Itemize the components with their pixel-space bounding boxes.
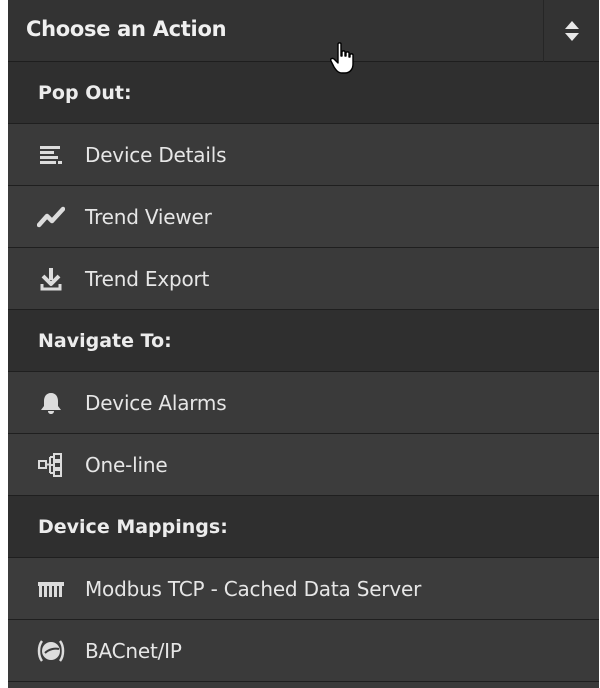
one-line-diagram-icon <box>36 450 66 480</box>
menu-item-device-alarms[interactable]: Device Alarms <box>8 372 599 434</box>
menu-item-label: Trend Viewer <box>85 205 212 229</box>
section-header-label: Pop Out: <box>38 82 132 104</box>
section-header-label: Navigate To: <box>38 330 172 352</box>
menu-item-label: Modbus TCP - Cached Data Server <box>85 577 422 601</box>
menu-item-modbus-tcp[interactable]: Modbus TCP - Cached Data Server <box>8 558 599 620</box>
bacnet-icon <box>36 636 66 666</box>
menu-item-trend-export[interactable]: Trend Export <box>8 248 599 310</box>
sort-arrows-icon[interactable] <box>543 0 599 62</box>
menu-item-bacnet-ip[interactable]: BACnet/IP <box>8 620 599 682</box>
hand-cursor-icon <box>330 42 358 80</box>
section-header-device-mappings: Device Mappings: <box>8 496 599 558</box>
bell-icon <box>36 388 66 418</box>
menu-item-one-line[interactable]: One-line <box>8 434 599 496</box>
section-header-navigate-to: Navigate To: <box>8 310 599 372</box>
trend-line-icon <box>36 202 66 232</box>
section-header-pop-out: Pop Out: <box>8 62 599 124</box>
menu-item-device-details[interactable]: Device Details <box>8 124 599 186</box>
menu-item-label: Trend Export <box>85 267 210 291</box>
download-arrow-icon <box>36 264 66 294</box>
details-list-icon <box>36 140 66 170</box>
menu-item-label: Device Alarms <box>85 391 227 415</box>
menu-item-trend-viewer[interactable]: Trend Viewer <box>8 186 599 248</box>
modbus-icon <box>36 574 66 604</box>
action-select[interactable]: Choose an Action <box>8 0 599 62</box>
action-select-label: Choose an Action <box>26 17 227 41</box>
menu-item-label: BACnet/IP <box>85 639 182 663</box>
action-dropdown-panel: Choose an Action Pop Out: Device Details <box>8 0 599 688</box>
section-header-label: Device Mappings: <box>38 516 228 538</box>
menu-item-label: Device Details <box>85 143 227 167</box>
menu-item-label: One-line <box>85 453 168 477</box>
